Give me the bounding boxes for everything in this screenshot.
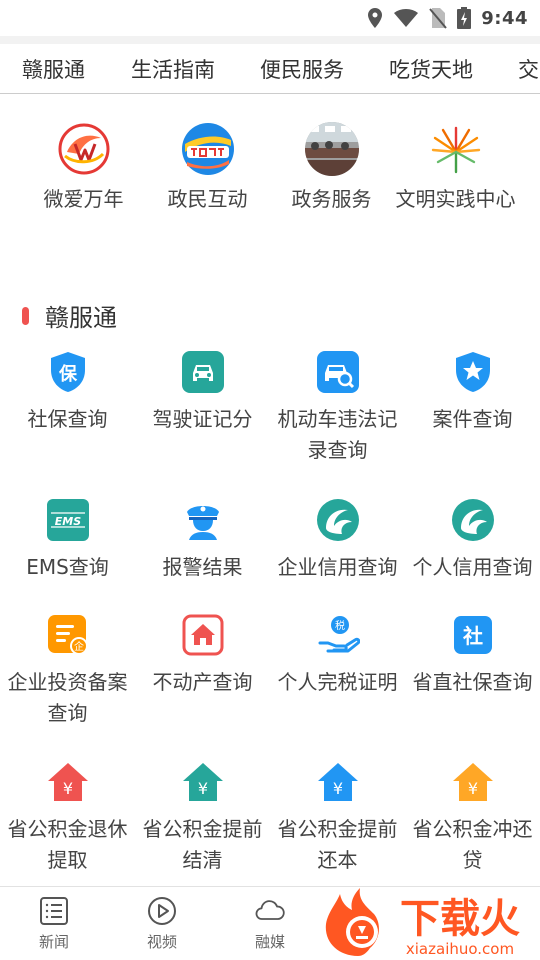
shortcut-label: 微爱万年	[43, 187, 124, 211]
service-label: 个人信用查询	[412, 555, 533, 579]
play-circle-icon	[146, 895, 178, 927]
service-fund-repay[interactable]: ¥ 省公积金提前还本	[270, 760, 405, 876]
shortcut-label: 政民互动	[167, 187, 248, 211]
service-fund-settle[interactable]: ¥ 省公积金提前结清	[135, 760, 270, 876]
status-time: 9:44	[481, 7, 528, 29]
service-ems[interactable]: EMS EMS查询	[0, 498, 135, 583]
yuan-house-icon: ¥	[181, 760, 225, 804]
svg-text:¥: ¥	[197, 779, 207, 798]
nav-video[interactable]: 视频	[108, 895, 216, 952]
svg-text:¥: ¥	[467, 779, 477, 798]
service-license-points[interactable]: 驾驶证记分	[135, 350, 270, 435]
shortcut-wenming[interactable]: 文明实践中心	[388, 116, 523, 214]
service-label: 不动产查询	[152, 670, 253, 694]
service-tax-certificate[interactable]: 税 个人完税证明	[270, 613, 405, 698]
service-label: 省公积金退休提取	[7, 817, 128, 872]
document-qi-icon: 企	[46, 613, 90, 657]
office-photo-icon	[304, 122, 359, 176]
service-provincial-social[interactable]: 社 省直社保查询	[405, 613, 540, 698]
service-social-security[interactable]: 保 社保查询	[0, 350, 135, 435]
wifi-icon	[393, 8, 419, 28]
service-label: 企业信用查询	[277, 555, 398, 579]
yuan-house-icon: ¥	[46, 760, 90, 804]
nav-label: 融媒	[254, 933, 285, 951]
section-marker	[22, 306, 29, 325]
svg-text:¥: ¥	[332, 779, 342, 798]
service-label: 省公积金提前还本	[277, 817, 398, 872]
shortcut-zhengmin[interactable]: 政民互动	[140, 116, 275, 214]
tab-food[interactable]: 吃货天地	[389, 54, 473, 84]
service-label: 社保查询	[27, 407, 108, 431]
service-label: EMS查询	[26, 555, 109, 579]
section-title: 赣服通	[45, 304, 117, 332]
car-search-icon	[316, 350, 360, 394]
service-label: 驾驶证记分	[152, 407, 253, 431]
top-shortcuts: 微爱万年 政民互动 政务服务 文明实践中心	[0, 116, 540, 256]
svg-text:EMS: EMS	[54, 515, 80, 528]
house-icon	[181, 613, 225, 657]
nav-news[interactable]: 新闻	[0, 895, 108, 952]
cloud-icon	[254, 895, 286, 927]
service-personal-credit[interactable]: 个人信用查询	[405, 498, 540, 583]
shortcut-government[interactable]: 政务服务	[264, 116, 399, 214]
wenming-logo-icon	[429, 122, 483, 176]
nav-media[interactable]: 融媒	[216, 895, 324, 952]
service-fund-retirement[interactable]: ¥ 省公积金退休提取	[0, 760, 135, 876]
bottom-nav: 新闻 视频 融媒	[0, 886, 540, 960]
nav-label: 视频	[146, 933, 177, 951]
location-icon	[367, 7, 383, 29]
tab-ganfutong[interactable]: 赣服通	[22, 54, 85, 84]
service-label: 省公积金提前结清	[142, 817, 263, 872]
news-list-icon	[38, 895, 70, 927]
service-label: 省公积金冲还贷	[412, 817, 533, 872]
service-police-result[interactable]: 报警结果	[135, 498, 270, 583]
shortcut-weiai[interactable]: 微爱万年	[16, 116, 151, 214]
service-label: 机动车违法记录查询	[277, 407, 398, 462]
credit-swirl-icon	[316, 498, 360, 542]
svg-text:社: 社	[462, 624, 483, 648]
shield-bao-icon: 保	[46, 350, 90, 394]
police-icon	[181, 498, 225, 542]
status-icons: 9:44	[367, 6, 528, 30]
service-label: 省直社保查询	[412, 670, 533, 694]
service-fund-offset[interactable]: ¥ 省公积金冲还贷	[405, 760, 540, 876]
service-real-estate[interactable]: 不动产查询	[135, 613, 270, 698]
tab-life-guide[interactable]: 生活指南	[131, 54, 215, 84]
section-header: 赣服通	[22, 298, 117, 333]
svg-text:税: 税	[335, 619, 345, 632]
service-label: 报警结果	[162, 555, 243, 579]
nav-label: 新闻	[38, 933, 69, 951]
tabbar-gap	[0, 36, 540, 44]
yuan-house-icon: ¥	[451, 760, 495, 804]
yuan-house-icon: ¥	[316, 760, 360, 804]
service-case-query[interactable]: 案件查询	[405, 350, 540, 435]
service-investment-filing[interactable]: 企 企业投资备案查询	[0, 613, 135, 729]
svg-text:企: 企	[74, 640, 84, 653]
zhengmin-logo-icon	[181, 122, 235, 176]
status-bar: 9:44	[0, 0, 540, 36]
no-sim-icon	[429, 7, 447, 29]
she-badge-icon: 社	[451, 613, 495, 657]
svg-text:¥: ¥	[62, 779, 72, 798]
svg-text:保: 保	[58, 363, 78, 385]
shortcut-label: 政务服务	[291, 187, 372, 211]
credit-swirl-icon	[451, 498, 495, 542]
tab-convenience[interactable]: 便民服务	[260, 54, 344, 84]
tab-traffic[interactable]: 交	[518, 54, 539, 84]
tax-hand-icon: 税	[316, 613, 360, 657]
star-shield-icon	[451, 350, 495, 394]
battery-icon	[457, 7, 472, 29]
service-vehicle-violation[interactable]: 机动车违法记录查询	[270, 350, 405, 466]
shortcut-label: 文明实践中心	[395, 187, 516, 211]
service-enterprise-credit[interactable]: 企业信用查询	[270, 498, 405, 583]
car-front-icon	[181, 350, 225, 394]
weiai-logo-icon	[57, 122, 111, 176]
service-label: 企业投资备案查询	[7, 670, 128, 725]
ems-icon: EMS	[46, 498, 90, 542]
service-label: 个人完税证明	[277, 670, 398, 694]
category-tabbar: 赣服通 生活指南 便民服务 吃货天地 交	[0, 44, 540, 94]
service-label: 案件查询	[432, 407, 513, 431]
